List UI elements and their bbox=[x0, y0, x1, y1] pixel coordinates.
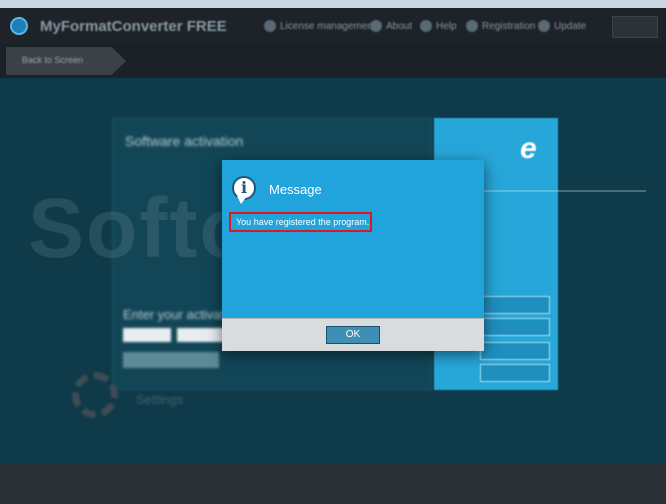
window-top-edge bbox=[0, 0, 666, 8]
side-button-1[interactable] bbox=[480, 296, 550, 314]
dialog-header: i Message bbox=[222, 160, 484, 212]
window-controls[interactable] bbox=[612, 16, 658, 38]
info-icon-tail bbox=[237, 196, 247, 204]
brand-logo-icon: e bbox=[520, 132, 537, 165]
update-icon bbox=[538, 20, 550, 32]
message-dialog: i Message You have registered the progra… bbox=[222, 160, 484, 351]
dialog-footer: OK bbox=[222, 318, 484, 351]
dialog-title: Message bbox=[269, 182, 322, 197]
activation-field-1[interactable] bbox=[123, 328, 171, 342]
help-icon bbox=[420, 20, 432, 32]
side-button-2[interactable] bbox=[480, 318, 550, 336]
toolbar-help[interactable]: Help bbox=[420, 20, 457, 32]
about-icon bbox=[370, 20, 382, 32]
registration-icon bbox=[466, 20, 478, 32]
app-window: MyFormatConverter FREE License managemen… bbox=[0, 0, 666, 504]
license-icon bbox=[264, 20, 276, 32]
message-highlight: You have registered the program. bbox=[229, 212, 372, 232]
gear-icon bbox=[72, 372, 118, 418]
side-button-4[interactable] bbox=[480, 364, 550, 382]
breadcrumb-label: Back to Screen bbox=[22, 55, 84, 65]
activation-field-2[interactable] bbox=[177, 328, 225, 342]
toolbar-registration[interactable]: Registration bbox=[466, 20, 535, 32]
side-button-3[interactable] bbox=[480, 342, 550, 360]
dialog-message: You have registered the program. bbox=[236, 217, 370, 227]
title-bar: MyFormatConverter FREE License managemen… bbox=[0, 8, 666, 44]
app-logo-icon bbox=[10, 17, 28, 35]
breadcrumb[interactable]: Back to Screen bbox=[6, 47, 126, 75]
ok-button[interactable]: OK bbox=[326, 326, 380, 344]
app-title: MyFormatConverter FREE bbox=[40, 18, 227, 35]
toolbar-update[interactable]: Update bbox=[538, 20, 586, 32]
toolbar-license[interactable]: License management bbox=[264, 20, 376, 32]
activation-submit-button[interactable] bbox=[123, 352, 219, 368]
activation-title: Software activation bbox=[125, 133, 244, 149]
bottom-bar bbox=[0, 464, 666, 504]
settings-label: Settings bbox=[136, 392, 183, 407]
toolbar-about[interactable]: About bbox=[370, 20, 412, 32]
